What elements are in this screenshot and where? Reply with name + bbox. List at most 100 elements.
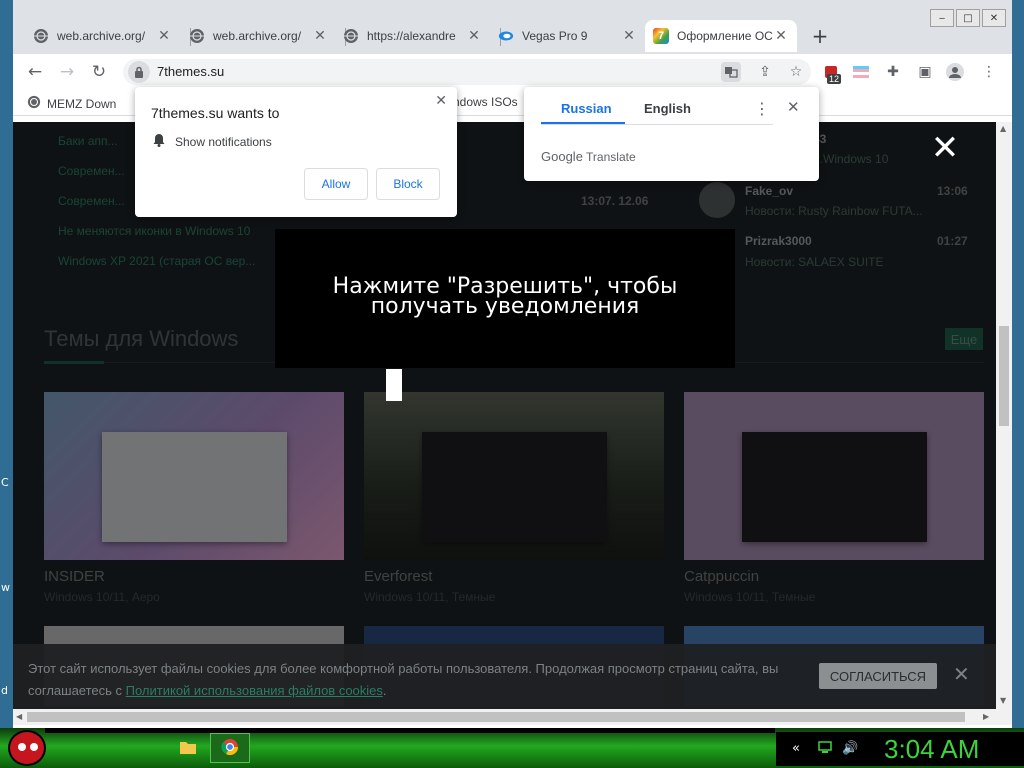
brand-google: Google	[541, 149, 583, 164]
extension-badge: 12	[827, 74, 842, 84]
menu-dots-icon[interactable]: ⋮	[754, 99, 770, 118]
system-tray: « 🔊 3:04 AM	[776, 732, 1024, 766]
scroll-right-icon[interactable]: ▶	[983, 712, 989, 721]
scroll-down-icon[interactable]: ▼	[1000, 696, 1006, 705]
overlay-line: получать уведомления	[370, 294, 640, 319]
network-icon[interactable]	[818, 741, 832, 757]
globe-icon	[27, 95, 41, 112]
tab-strip: ‒ □ ✕ web.archive.org/ ✕ web.archive.org…	[13, 0, 1012, 54]
vegas-icon	[498, 28, 514, 44]
notification-request-overlay: Нажмите "Разрешить", чтобы получать увед…	[275, 229, 735, 368]
tab-alexandre[interactable]: https://alexandre ✕	[335, 20, 490, 52]
7themes-icon: 7	[653, 28, 669, 44]
pride-extension-icon[interactable]	[851, 62, 871, 82]
close-window-button[interactable]: ✕	[982, 9, 1006, 27]
puzzle-icon[interactable]: ✚	[883, 62, 903, 82]
translate-popup: Russian English ⋮ ✕ Google Translate	[524, 87, 819, 181]
permission-label: Show notifications	[175, 134, 272, 149]
cookie-text: Этот сайт использует файлы cookies для б…	[28, 658, 818, 702]
scroll-left-icon[interactable]: ◀	[16, 712, 22, 721]
share-icon[interactable]: ⇪	[755, 62, 775, 82]
back-arrow-icon[interactable]: ←	[23, 60, 47, 84]
chevron-icon[interactable]: «	[792, 741, 800, 756]
globe-icon	[343, 28, 359, 44]
active-tab-indicator	[541, 122, 625, 124]
overlay-message: Нажмите "Разрешить", чтобы получать увед…	[275, 276, 735, 319]
folder-icon	[179, 739, 197, 758]
clock[interactable]: 3:04 AM	[884, 734, 979, 765]
bookmark-label: MEMZ Down	[47, 96, 117, 111]
volume-icon[interactable]: 🔊	[842, 741, 858, 756]
close-icon[interactable]: ✕	[621, 28, 637, 44]
side-panel-icon[interactable]: ▣	[915, 62, 935, 82]
new-tab-button[interactable]: +	[808, 24, 832, 48]
vertical-scrollbar[interactable]: ▲ ▼	[996, 122, 1012, 709]
reload-icon[interactable]: ↻	[87, 60, 111, 84]
tab-target-language[interactable]: English	[644, 101, 691, 116]
desktop-icon-label: w	[1, 581, 10, 594]
start-eye	[18, 743, 26, 751]
desktop-icon-label: d	[1, 684, 8, 697]
avatar[interactable]	[945, 62, 965, 82]
tab-title: Vegas Pro 9	[522, 29, 588, 43]
tab-title: https://alexandre	[367, 29, 456, 43]
start-button[interactable]	[8, 730, 46, 766]
desktop-left-edge	[0, 0, 14, 730]
window-controls: ‒ □ ✕	[930, 9, 1006, 27]
permission-row: Show notifications	[153, 133, 272, 150]
horizontal-scrollbar[interactable]: ◀ ▶	[13, 709, 1012, 725]
tab-title: web.archive.org/	[213, 29, 302, 43]
minimize-button[interactable]: ‒	[930, 9, 954, 27]
chrome-icon	[221, 738, 239, 759]
menu-dots-icon[interactable]: ⋮	[979, 62, 999, 82]
bookmark-memz[interactable]: MEMZ Down	[27, 95, 116, 112]
close-icon[interactable]: ✕	[787, 98, 800, 116]
scroll-up-icon[interactable]: ▲	[1000, 124, 1006, 133]
taskbar: « 🔊 3:04 AM	[0, 728, 1024, 768]
tab-web-archive-1[interactable]: web.archive.org/ ✕	[25, 20, 180, 52]
taskbar-explorer[interactable]	[168, 733, 208, 763]
tab-source-language[interactable]: Russian	[561, 101, 612, 116]
url-text: 7themes.su	[157, 64, 225, 79]
cookie-message-end: .	[382, 683, 387, 698]
bell-icon	[153, 133, 165, 150]
tab-divider	[541, 124, 773, 125]
desktop-right-edge	[1012, 0, 1024, 730]
close-icon[interactable]: ✕	[953, 662, 970, 686]
cookie-accept-button[interactable]: СОГЛАСИТЬСЯ	[819, 663, 937, 689]
block-button[interactable]: Block	[376, 168, 440, 200]
cookie-policy-link[interactable]: Политикой использования файлов cookies	[126, 683, 383, 698]
popup-title: 7themes.su wants to	[151, 105, 280, 121]
taskbar-top-band	[45, 728, 775, 733]
tab-title: Оформление ОС	[677, 29, 773, 43]
taskbar-chrome[interactable]	[210, 733, 250, 763]
address-bar[interactable]: 7themes.su ⇪ ☆	[123, 59, 811, 85]
close-icon[interactable]: ✕	[312, 28, 328, 44]
bookmark-star-icon[interactable]: ☆	[786, 62, 806, 82]
globe-icon	[33, 28, 49, 44]
close-icon[interactable]: ✕	[435, 93, 447, 109]
browser-toolbar: ← → ↻ 7themes.su ⇪ ☆ 12 ✚ ▣ ⋮	[13, 54, 1012, 90]
close-icon[interactable]: ✕	[773, 28, 789, 44]
google-translate-brand: Google Translate	[541, 149, 636, 164]
start-eye	[30, 743, 38, 751]
close-icon[interactable]: ✕	[929, 131, 961, 165]
brand-translate: Translate	[586, 150, 636, 164]
text-cursor	[386, 369, 402, 401]
tab-web-archive-2[interactable]: web.archive.org/ ✕	[181, 20, 336, 52]
close-icon[interactable]: ✕	[466, 28, 482, 44]
scrollbar-thumb[interactable]	[999, 326, 1009, 426]
translate-icon[interactable]	[721, 62, 741, 82]
allow-button[interactable]: Allow	[304, 168, 368, 200]
desktop-icon-label: C	[1, 476, 9, 489]
notification-permission-popup: 7themes.su wants to ✕ Show notifications…	[135, 87, 457, 217]
browser-window: ‒ □ ✕ web.archive.org/ ✕ web.archive.org…	[13, 0, 1012, 728]
scrollbar-thumb[interactable]	[27, 712, 965, 722]
globe-icon	[189, 28, 205, 44]
close-icon[interactable]: ✕	[156, 28, 172, 44]
lock-icon[interactable]	[128, 61, 150, 83]
maximize-button[interactable]: □	[956, 9, 980, 27]
tab-vegas-pro[interactable]: Vegas Pro 9 ✕	[490, 20, 645, 52]
tab-7themes[interactable]: 7 Оформление ОС ✕	[645, 20, 797, 52]
forward-arrow-icon[interactable]: →	[55, 60, 79, 84]
